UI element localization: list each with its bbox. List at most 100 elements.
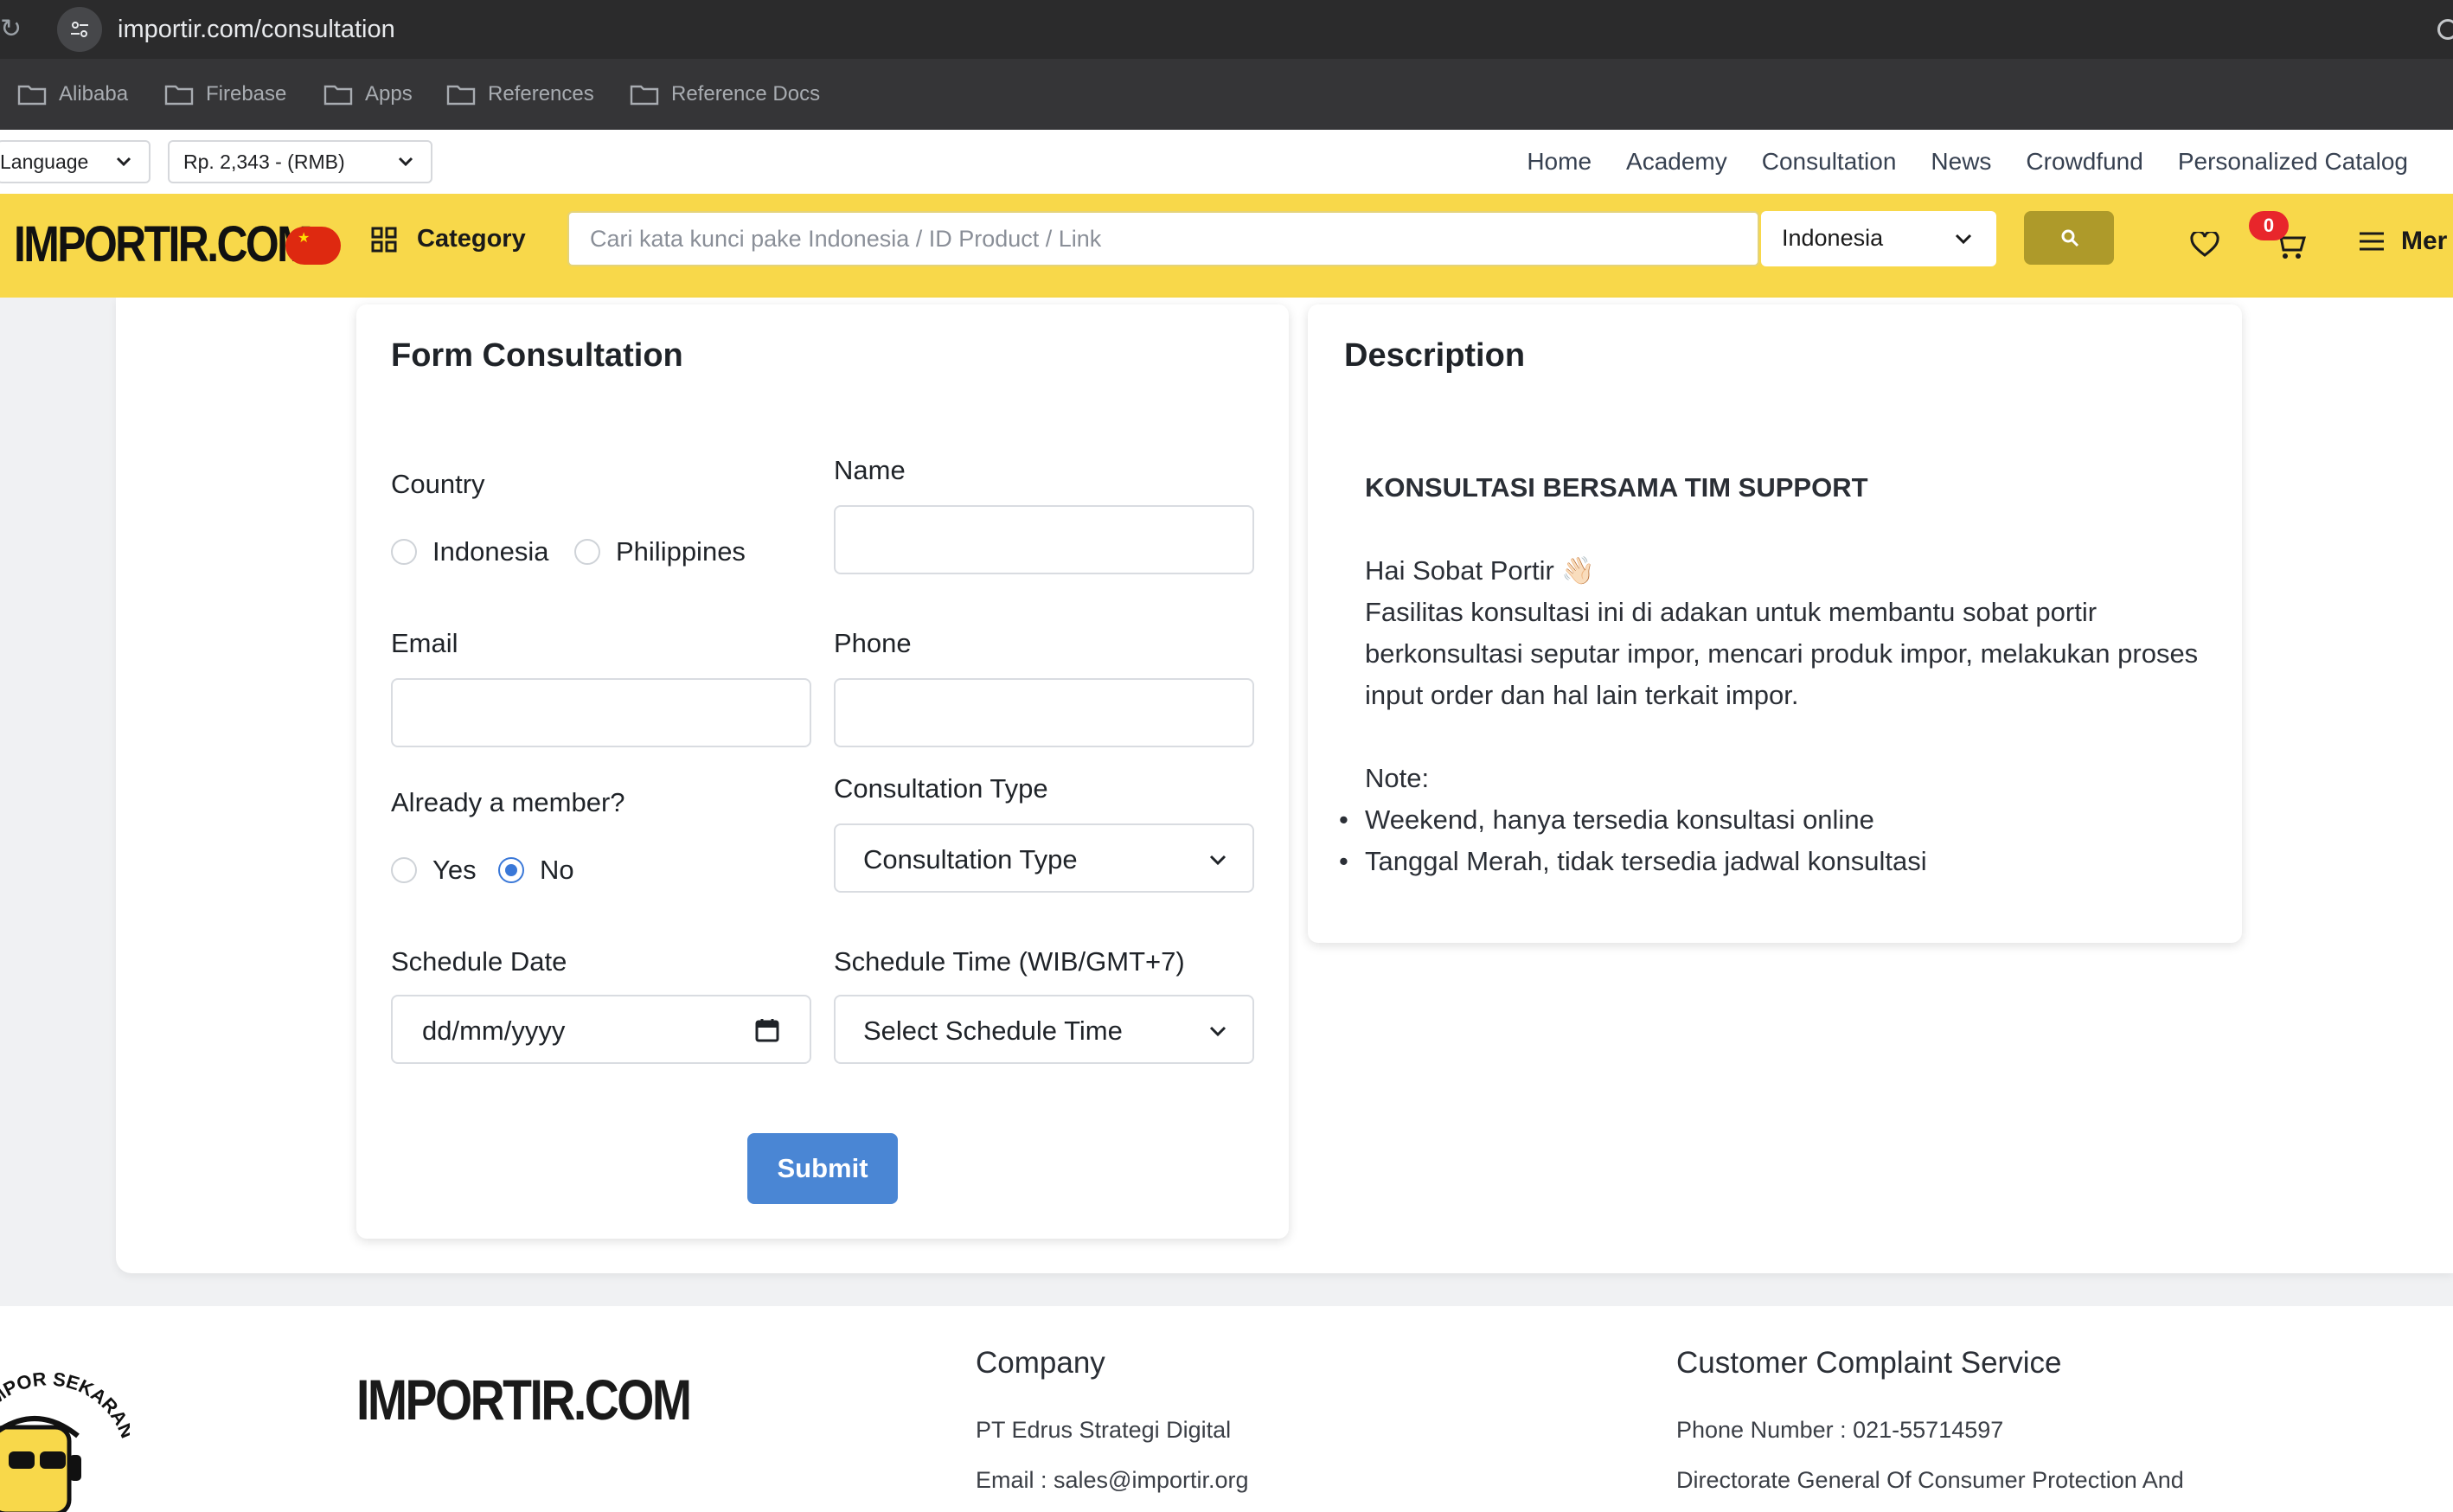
schedule-date-input[interactable]: dd/mm/yyyy bbox=[391, 995, 811, 1064]
nav-link-news[interactable]: News bbox=[1931, 148, 1991, 176]
phone-input[interactable] bbox=[836, 680, 1252, 746]
description-heading: KONSULTASI BERSAMA TIM SUPPORT bbox=[1365, 472, 1868, 503]
nav-link-academy[interactable]: Academy bbox=[1626, 148, 1727, 176]
folder-icon bbox=[17, 85, 47, 106]
mascot-logo: IMPOR SEKARANG! bbox=[0, 1341, 130, 1512]
search-input[interactable] bbox=[588, 213, 1713, 265]
note-item: Tanggal Merah, tidak tersedia jadwal kon… bbox=[1339, 841, 2230, 882]
folder-icon bbox=[446, 85, 476, 106]
email-input[interactable] bbox=[393, 680, 810, 746]
phone-label: Phone bbox=[834, 628, 912, 658]
search-button[interactable] bbox=[2024, 211, 2114, 265]
bookmark-label: Firebase bbox=[206, 82, 287, 106]
chevron-down-icon bbox=[1955, 234, 1972, 245]
chevron-down-icon bbox=[116, 157, 131, 167]
nav-links: Home Academy Consultation News Crowdfund… bbox=[1527, 130, 2408, 194]
bookmark-reference-docs[interactable]: Reference Docs bbox=[630, 59, 820, 130]
radio-label: Indonesia bbox=[432, 536, 549, 567]
chevron-down-icon bbox=[1209, 1026, 1226, 1037]
description-content: KONSULTASI BERSAMA TIM SUPPORT Hai Sobat… bbox=[1339, 467, 2230, 882]
consultation-type-value: Consultation Type bbox=[863, 844, 1078, 875]
chevron-down-icon bbox=[1209, 855, 1226, 866]
currency-select[interactable]: Rp. 2,343 - (RMB) bbox=[168, 140, 432, 183]
bookmark-references[interactable]: References bbox=[446, 59, 594, 130]
submit-button[interactable]: Submit bbox=[747, 1133, 898, 1204]
search-language-value: Indonesia bbox=[1782, 225, 1884, 251]
email-label: Email bbox=[391, 628, 458, 658]
language-select-label: Language bbox=[0, 150, 89, 173]
name-field bbox=[834, 505, 1254, 574]
member-radio-yes[interactable]: Yes bbox=[391, 855, 477, 886]
radio-circle[interactable] bbox=[391, 539, 417, 565]
reload-icon[interactable]: ↻ bbox=[0, 16, 22, 43]
footer-company-name: PT Edrus Strategi Digital bbox=[976, 1417, 1232, 1443]
heart-icon[interactable] bbox=[2190, 232, 2219, 258]
search-language-select[interactable]: Indonesia bbox=[1761, 211, 1996, 266]
nav-link-crowdfund[interactable]: Crowdfund bbox=[2026, 148, 2142, 176]
footer-company-title: Company bbox=[976, 1346, 1105, 1380]
folder-icon bbox=[164, 85, 194, 106]
radio-circle[interactable] bbox=[391, 857, 417, 883]
category-button[interactable]: Category bbox=[370, 225, 526, 253]
country-label: Country bbox=[391, 469, 485, 499]
consultation-type-label: Consultation Type bbox=[834, 773, 1048, 804]
schedule-date-placeholder: dd/mm/yyyy bbox=[422, 1015, 566, 1046]
radio-label: Yes bbox=[432, 855, 477, 885]
china-flag-icon: ★ bbox=[285, 227, 341, 265]
footer-company-email[interactable]: Email : sales@importir.org bbox=[976, 1467, 1249, 1494]
site-logo[interactable]: IMPORTIR.COM bbox=[14, 215, 313, 275]
description-greeting: Hai Sobat Portir 👋🏻 bbox=[1365, 555, 1596, 586]
bookmarks-bar: Alibaba Firebase Apps References Referen… bbox=[0, 59, 2453, 130]
url-text[interactable]: importir.com/consultation bbox=[118, 15, 395, 44]
bookmark-alibaba[interactable]: Alibaba bbox=[17, 59, 128, 130]
note-item: Weekend, hanya tersedia konsultasi onlin… bbox=[1339, 799, 2230, 841]
member-radio-no[interactable]: No bbox=[498, 855, 574, 886]
footer-logo: IMPORTIR.COM bbox=[356, 1368, 692, 1432]
bookmark-apps[interactable]: Apps bbox=[323, 59, 413, 130]
extension-icon[interactable] bbox=[2437, 19, 2453, 40]
grid-icon bbox=[371, 227, 397, 252]
footer-complaint-phone: Phone Number : 021-55714597 bbox=[1676, 1417, 2004, 1443]
radio-circle[interactable] bbox=[574, 539, 600, 565]
folder-icon bbox=[323, 85, 353, 106]
cart-count-badge: 0 bbox=[2249, 211, 2289, 240]
category-label: Category bbox=[417, 225, 526, 253]
footer-complaint-directorate: Directorate General Of Consumer Protecti… bbox=[1676, 1467, 2184, 1493]
schedule-date-label: Schedule Date bbox=[391, 946, 567, 977]
radio-label: No bbox=[540, 855, 574, 885]
site-footer: IMPOR SEKARANG! IMPORTIR.COM Company PT … bbox=[0, 1306, 2453, 1512]
calendar-icon bbox=[755, 1019, 779, 1042]
nav-link-home[interactable]: Home bbox=[1527, 148, 1592, 176]
search-box bbox=[567, 211, 1759, 266]
member-label: Already a member? bbox=[391, 787, 625, 817]
folder-icon bbox=[630, 85, 659, 106]
country-radio-philippines[interactable]: Philippines bbox=[574, 536, 746, 567]
country-radio-indonesia[interactable]: Indonesia bbox=[391, 536, 548, 567]
nav-link-personalized-catalog[interactable]: Personalized Catalog bbox=[2178, 148, 2408, 176]
form-title: Form Consultation bbox=[391, 337, 683, 374]
description-notes: Weekend, hanya tersedia konsultasi onlin… bbox=[1339, 799, 2230, 882]
radio-circle-selected[interactable] bbox=[498, 857, 524, 883]
menu-label: Mer bbox=[2401, 227, 2448, 255]
language-select[interactable]: Language bbox=[0, 140, 151, 183]
name-input[interactable] bbox=[836, 507, 1252, 573]
schedule-time-value: Select Schedule Time bbox=[863, 1015, 1123, 1046]
search-icon bbox=[2061, 229, 2079, 247]
bookmark-firebase[interactable]: Firebase bbox=[164, 59, 286, 130]
description-body: Fasilitas konsultasi ini di adakan untuk… bbox=[1365, 597, 2199, 710]
consultation-type-select[interactable]: Consultation Type bbox=[834, 823, 1254, 893]
chevron-down-icon bbox=[398, 157, 413, 167]
currency-select-label: Rp. 2,343 - (RMB) bbox=[183, 150, 345, 173]
description-title: Description bbox=[1344, 337, 1526, 374]
nav-link-consultation[interactable]: Consultation bbox=[1762, 148, 1897, 176]
hamburger-icon bbox=[2360, 232, 2384, 251]
bookmark-label: Alibaba bbox=[59, 82, 129, 106]
schedule-time-select[interactable]: Select Schedule Time bbox=[834, 995, 1254, 1064]
menu-button[interactable]: Mer bbox=[2358, 227, 2447, 256]
browser-url-bar: ↻ importir.com/consultation bbox=[0, 0, 2453, 59]
description-note-label: Note: bbox=[1365, 763, 1430, 793]
phone-field bbox=[834, 678, 1254, 747]
site-settings-icon[interactable] bbox=[57, 7, 102, 52]
site-header: IMPORTIR.COM ★ Category Indonesia 0 Mer bbox=[0, 194, 2453, 298]
name-label: Name bbox=[834, 455, 906, 485]
